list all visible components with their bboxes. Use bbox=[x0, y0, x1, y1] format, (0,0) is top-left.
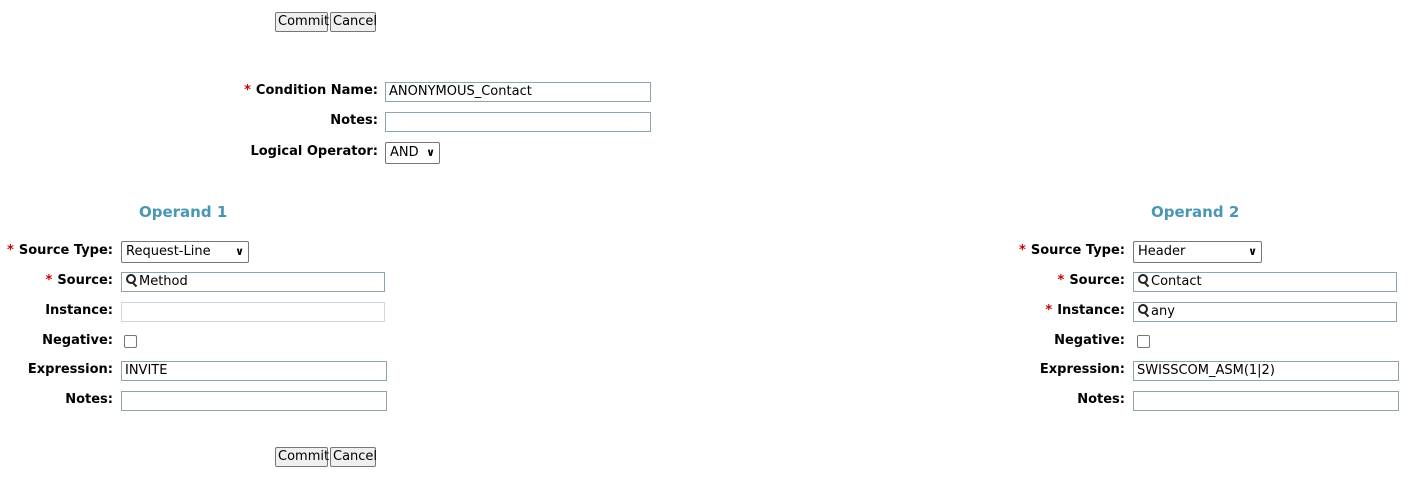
chevron-down-icon: ∨ bbox=[1248, 245, 1257, 258]
condition-notes-label: Notes: bbox=[330, 113, 378, 128]
magnifier-icon[interactable] bbox=[125, 274, 138, 288]
op2-source-label: * Source: bbox=[1058, 271, 1126, 291]
required-marker: * bbox=[7, 243, 14, 258]
op2-negative-checkbox[interactable] bbox=[1137, 335, 1150, 348]
op2-expression-field[interactable]: SWISSCOM_ASM(1|2) bbox=[1133, 361, 1399, 381]
operand2-title: Operand 2 bbox=[1151, 203, 1240, 221]
logical-operator-select[interactable]: AND ∨ bbox=[385, 142, 440, 164]
op1-source-label: * Source: bbox=[46, 271, 114, 291]
op1-source-field[interactable]: Method bbox=[121, 272, 385, 292]
op1-notes-label: Notes: bbox=[65, 392, 113, 407]
chevron-down-icon: ∨ bbox=[235, 245, 244, 258]
cancel-button-bottom[interactable]: Cancel bbox=[330, 447, 377, 467]
op1-instance-label: Instance: bbox=[45, 303, 113, 318]
required-marker: * bbox=[1019, 243, 1026, 258]
op1-expression-label: Expression: bbox=[27, 362, 113, 377]
chevron-down-icon: ∨ bbox=[426, 146, 435, 159]
condition-name-label: * Condition Name: bbox=[244, 81, 378, 101]
op2-source-field[interactable]: Contact bbox=[1133, 272, 1397, 292]
cancel-button-top[interactable]: Cancel bbox=[330, 12, 377, 32]
op2-expression-label: Expression: bbox=[1039, 362, 1125, 377]
magnifier-icon[interactable] bbox=[1137, 304, 1150, 318]
op2-source-type-value: Header bbox=[1138, 244, 1186, 259]
condition-name-label-text: Condition Name: bbox=[255, 83, 378, 98]
op1-source-type-label: * Source Type: bbox=[7, 241, 113, 261]
condition-notes-field[interactable] bbox=[385, 112, 651, 132]
logical-operator-label: Logical Operator: bbox=[250, 144, 378, 159]
magnifier-icon[interactable] bbox=[1137, 274, 1150, 288]
op1-instance-field[interactable] bbox=[121, 302, 385, 322]
op1-source-label-text: Source: bbox=[57, 273, 113, 288]
op1-source-type-select[interactable]: Request-Line ∨ bbox=[121, 241, 249, 263]
op2-source-type-select[interactable]: Header ∨ bbox=[1133, 241, 1262, 263]
op1-source-value: Method bbox=[139, 274, 188, 289]
op1-source-type-value: Request-Line bbox=[126, 244, 211, 259]
op2-instance-value: any bbox=[1151, 304, 1175, 319]
operand1-title: Operand 1 bbox=[139, 203, 228, 221]
op2-notes-label: Notes: bbox=[1077, 392, 1125, 407]
op2-source-label-text: Source: bbox=[1069, 273, 1125, 288]
required-marker: * bbox=[1057, 273, 1065, 288]
op1-source-type-label-text: Source Type: bbox=[18, 243, 113, 258]
op1-expression-field[interactable]: INVITE bbox=[121, 361, 387, 381]
op2-source-value: Contact bbox=[1151, 274, 1202, 289]
required-marker: * bbox=[1045, 303, 1053, 318]
op1-negative-label: Negative: bbox=[42, 333, 113, 348]
op2-negative-label: Negative: bbox=[1054, 333, 1125, 348]
op2-instance-label-text: Instance: bbox=[1057, 303, 1125, 318]
op1-notes-field[interactable] bbox=[121, 391, 387, 411]
required-marker: * bbox=[244, 83, 251, 98]
op1-negative-checkbox[interactable] bbox=[124, 335, 137, 348]
op2-instance-label: * Instance: bbox=[1045, 301, 1125, 321]
required-marker: * bbox=[45, 273, 53, 288]
logical-operator-value: AND bbox=[390, 145, 419, 160]
commit-button-bottom[interactable]: Commit bbox=[275, 447, 329, 467]
condition-name-field[interactable]: ANONYMOUS_Contact bbox=[385, 82, 651, 102]
op2-source-type-label: * Source Type: bbox=[1019, 241, 1125, 261]
commit-button-top[interactable]: Commit bbox=[275, 12, 329, 32]
op2-instance-field[interactable]: any bbox=[1133, 302, 1397, 322]
op2-source-type-label-text: Source Type: bbox=[1030, 243, 1125, 258]
op2-notes-field[interactable] bbox=[1133, 391, 1399, 411]
